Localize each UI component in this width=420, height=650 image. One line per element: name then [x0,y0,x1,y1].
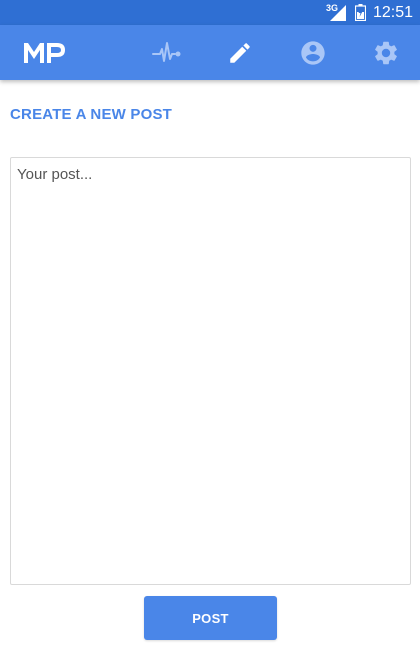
nav-create-post-button[interactable] [225,38,255,68]
app-logo[interactable] [22,39,68,65]
post-text-input[interactable] [10,157,411,585]
clock: 12:51 [373,4,414,21]
nav-settings-button[interactable] [371,38,401,68]
battery-icon [355,4,366,21]
app-bar [0,25,420,80]
gear-icon [375,41,397,65]
pencil-icon [230,43,250,63]
account-circle-icon [301,41,325,65]
nav-profile-button[interactable] [298,38,328,68]
status-bar: 3G 12:51 [0,0,420,25]
heartbeat-icon [152,42,181,62]
page-title: CREATE A NEW POST [10,106,173,123]
nav-activity-button[interactable] [152,38,182,68]
post-button[interactable]: POST [144,596,277,640]
signal-icon [330,5,346,21]
